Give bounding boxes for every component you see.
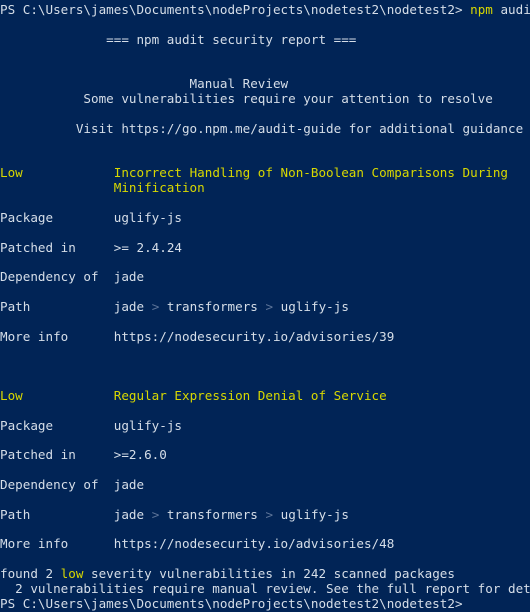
col-gap: [30, 507, 113, 522]
col-gap: [23, 388, 114, 403]
value-dependency-of: jade: [113, 269, 145, 285]
value-dependency-of: jade: [113, 477, 145, 492]
label-package: Package: [0, 209, 54, 225]
vuln-patched-row: Patched in >= 2.4.24: [0, 239, 530, 256]
col-gap: [0, 180, 114, 195]
summary-found-line: found 2 low severity vulnerabilities in …: [0, 566, 530, 582]
vuln-severity-row: Low Regular Expression Denial of Service: [0, 387, 530, 404]
vuln-title: Regular Expression Denial of Service: [113, 387, 387, 403]
summary-found-prefix: found 2: [0, 566, 61, 582]
col-gap: [23, 165, 114, 180]
col-gap: [99, 477, 114, 492]
label-patched-in: Patched in: [0, 239, 76, 255]
vuln-more-info-row: More info https://nodesecurity.io/adviso…: [0, 328, 530, 345]
prompt-prefix: PS: [0, 2, 23, 17]
path-part: uglify-js: [280, 298, 349, 314]
col-gap: [68, 329, 114, 344]
manual-review-subheading: Some vulnerabilities require your attent…: [0, 91, 493, 107]
command-args: audit: [500, 2, 530, 17]
value-patched-in: >= 2.4.24: [113, 239, 182, 255]
value-more-info-link[interactable]: https://nodesecurity.io/advisories/48: [114, 536, 395, 551]
label-patched-in: Patched in: [0, 447, 76, 463]
prompt-prefix: PS: [0, 595, 23, 611]
vuln-title-wrap-row: Minification: [0, 180, 530, 196]
vuln-path-row: Path jade > transformers > uglify-js: [0, 298, 530, 315]
vulnerability-entry: Low Incorrect Handling of Non-Boolean Co…: [0, 165, 530, 345]
vuln-dependency-row: Dependency of jade: [0, 269, 530, 285]
prompt-suffix: >: [454, 595, 471, 611]
vulnerability-entry: Low Regular Expression Denial of Service…: [0, 387, 530, 552]
col-gap: [76, 447, 114, 462]
value-more-info-link[interactable]: https://nodesecurity.io/advisories/39: [114, 329, 395, 344]
vuln-package-row: Package uglify-js: [0, 209, 530, 226]
vuln-dependency-row: Dependency of jade: [0, 477, 530, 493]
vuln-title: Incorrect Handling of Non-Boolean Compar…: [113, 165, 509, 181]
manual-review-heading: Manual Review: [0, 76, 289, 92]
summary-found-suffix: severity vulnerabilities in 242 scanned …: [83, 566, 455, 582]
path-part: transformers: [166, 298, 258, 314]
label-package: Package: [0, 417, 54, 433]
col-gap: [68, 536, 114, 551]
path-part: transformers: [166, 506, 258, 522]
summary-manual-review-line: 2 vulnerabilities require manual review.…: [0, 580, 530, 596]
value-patched-in: >=2.6.0: [113, 447, 167, 463]
path-separator-icon: >: [265, 506, 274, 522]
vuln-more-info-row: More info https://nodesecurity.io/adviso…: [0, 536, 530, 552]
vuln-title-continued: Minification: [113, 180, 205, 196]
path-part: jade: [113, 298, 145, 314]
summary-severity-badge: low: [60, 566, 84, 582]
value-package: uglify-js: [113, 417, 182, 433]
col-gap: [99, 269, 114, 284]
path-part: jade: [113, 506, 145, 522]
vuln-severity-row: Low Incorrect Handling of Non-Boolean Co…: [0, 165, 530, 181]
vuln-patched-row: Patched in >=2.6.0: [0, 447, 530, 463]
path-part: uglify-js: [280, 506, 349, 522]
label-path: Path: [0, 298, 31, 314]
audit-guide-link-line[interactable]: Visit https://go.npm.me/audit-guide for …: [0, 121, 530, 137]
powershell-console[interactable]: PS C:\Users\james\Documents\nodeProjects…: [0, 0, 530, 611]
prompt-cwd: C:\Users\james\Documents\nodeProjects\no…: [22, 2, 455, 17]
command-name: npm: [470, 2, 493, 17]
prompt-suffix: >: [454, 2, 471, 17]
col-gap: [30, 299, 113, 314]
label-dependency-of: Dependency of: [0, 269, 99, 285]
col-gap: [53, 418, 114, 433]
vuln-severity-badge: Low: [0, 387, 23, 403]
prompt-command-line: PS C:\Users\james\Documents\nodeProjects…: [0, 2, 530, 18]
prompt-cwd: C:\Users\james\Documents\nodeProjects\no…: [22, 595, 455, 611]
label-path: Path: [0, 506, 31, 522]
audit-report-banner: === npm audit security report ===: [0, 31, 357, 47]
path-separator-icon: >: [265, 298, 274, 314]
label-more-info: More info: [0, 536, 69, 552]
trailing-prompt-line[interactable]: PS C:\Users\james\Documents\nodeProjects…: [0, 595, 530, 612]
label-more-info: More info: [0, 328, 69, 344]
vuln-package-row: Package uglify-js: [0, 417, 530, 434]
vuln-severity-badge: Low: [0, 165, 23, 181]
col-gap: [53, 210, 114, 225]
label-dependency-of: Dependency of: [0, 477, 99, 492]
vuln-path-row: Path jade > transformers > uglify-js: [0, 506, 530, 523]
value-package: uglify-js: [113, 209, 182, 225]
col-gap: [76, 240, 114, 255]
